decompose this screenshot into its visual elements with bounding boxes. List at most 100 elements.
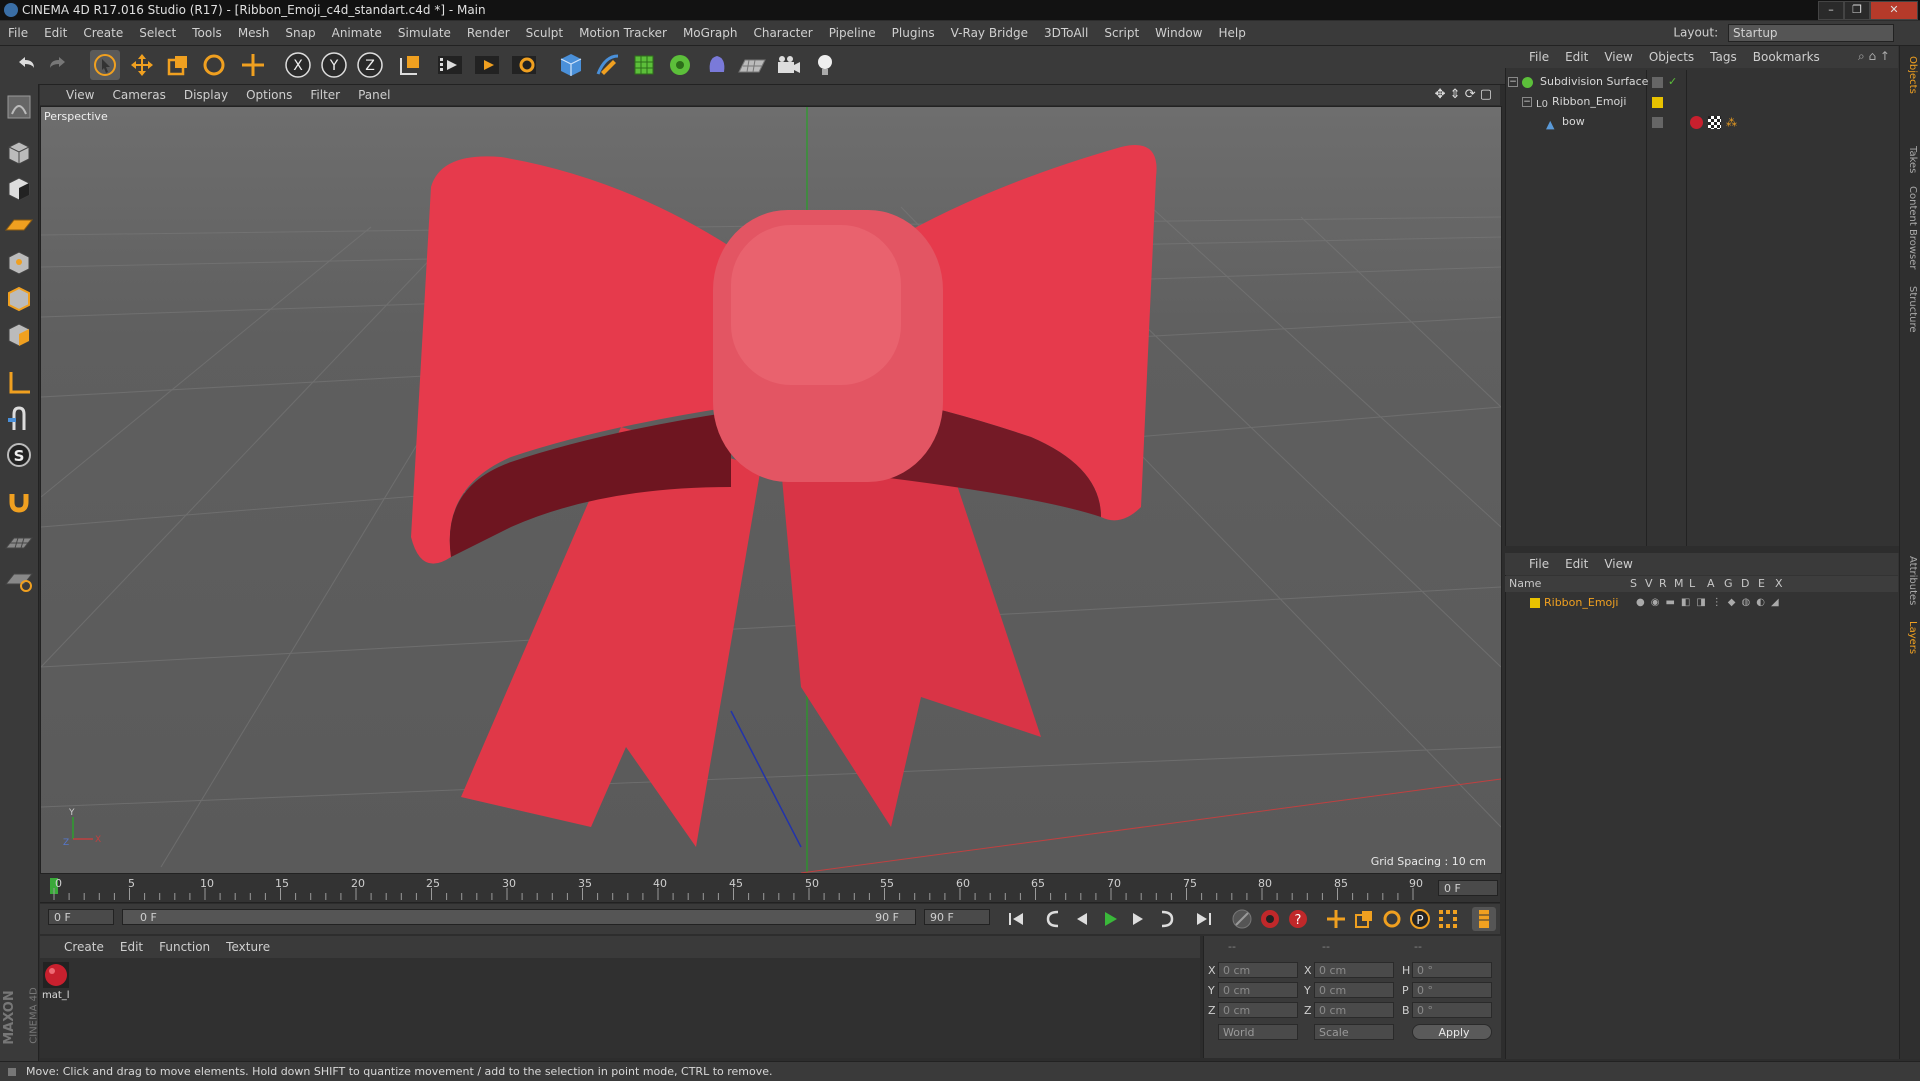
menu-simulate[interactable]: Simulate (390, 21, 459, 45)
viewport-menu-view[interactable]: View (40, 85, 103, 105)
timeline-window-icon[interactable] (1472, 907, 1496, 931)
menu-animate[interactable]: Animate (324, 21, 390, 45)
viewport-nav-icons[interactable]: ✥ ⇕ ⟳ ▢ (1435, 87, 1492, 102)
move-icon[interactable] (127, 50, 157, 80)
workplane-icon[interactable] (4, 210, 34, 240)
y-axis-icon[interactable]: Y (319, 50, 349, 80)
rotate-icon[interactable] (199, 50, 229, 80)
model-mode-icon[interactable] (4, 92, 34, 122)
menu-motion-tracker[interactable]: Motion Tracker (571, 21, 675, 45)
size-mode-dropdown[interactable]: Scale (1314, 1024, 1394, 1040)
object-row-bow[interactable]: ▲ bow ⁂ (1508, 113, 1898, 131)
side-tab-objects[interactable]: Objects (1902, 56, 1918, 94)
objects-menu-file[interactable]: File (1505, 46, 1557, 68)
prev-frame-icon[interactable] (1070, 907, 1094, 931)
camera-icon[interactable] (773, 50, 803, 80)
menu-mesh[interactable]: Mesh (230, 21, 278, 45)
coordinate-mode-dropdown[interactable]: World (1218, 1024, 1298, 1040)
undo-icon[interactable] (10, 50, 40, 80)
side-tab-attributes[interactable]: Attributes (1902, 556, 1918, 605)
cube-icon[interactable] (556, 50, 586, 80)
layout-dropdown[interactable]: Startup (1728, 24, 1894, 42)
menu-select[interactable]: Select (131, 21, 184, 45)
object-row-subdivision-surface[interactable]: − Subdivision Surface ✓ (1508, 73, 1898, 91)
viewport-menu-panel[interactable]: Panel (349, 85, 399, 105)
frame-range-slider[interactable]: 0 F 90 F (122, 909, 916, 925)
goto-end-icon[interactable] (1192, 907, 1216, 931)
layer-color-swatch[interactable] (1530, 598, 1540, 608)
collapse-toggle[interactable]: − (1522, 97, 1532, 107)
viewport-menu-options[interactable]: Options (237, 85, 301, 105)
layer-name[interactable]: Ribbon_Emoji (1544, 594, 1618, 612)
tweak-mode-icon[interactable] (4, 404, 34, 434)
material-name[interactable]: mat_l (42, 990, 70, 1001)
rotation-b-field[interactable]: 0 ° (1412, 1002, 1492, 1018)
play-icon[interactable] (1098, 907, 1122, 931)
goto-start-icon[interactable] (1004, 907, 1028, 931)
objects-search-icon[interactable]: ⌕ ⌂ ↑ (1858, 49, 1890, 64)
material-menu-edit[interactable]: Edit (112, 936, 151, 958)
end-frame-field[interactable]: 90 F (924, 909, 990, 925)
layer-tag-icon[interactable] (1652, 77, 1663, 88)
layer-color-icon[interactable] (1652, 97, 1663, 108)
layer-row-ribbon-emoji[interactable]: Ribbon_Emoji ●◉▬◧◨⋮◆◍◐◢ (1508, 594, 1898, 612)
bow-model[interactable] (411, 145, 1157, 847)
scale-icon[interactable] (163, 50, 193, 80)
side-tab-takes[interactable]: Takes (1902, 146, 1918, 173)
start-frame-field[interactable]: 0 F (48, 909, 114, 925)
material-tag-icon[interactable] (1690, 116, 1703, 129)
objects-menu-objects[interactable]: Objects (1641, 46, 1702, 68)
apply-button[interactable]: Apply (1412, 1024, 1492, 1040)
material-swatch[interactable] (43, 962, 69, 988)
locked-workplane-icon[interactable] (4, 528, 34, 558)
points-mode-icon[interactable] (4, 248, 34, 278)
menu-vray-bridge[interactable]: V-Ray Bridge (943, 21, 1036, 45)
key-param-icon[interactable]: P (1408, 907, 1432, 931)
select-icon[interactable] (90, 50, 120, 80)
position-z-field[interactable]: 0 cm (1218, 1002, 1298, 1018)
transform-icon[interactable] (238, 50, 268, 80)
menu-snap[interactable]: Snap (277, 21, 323, 45)
rotation-h-field[interactable]: 0 ° (1412, 962, 1492, 978)
menu-character[interactable]: Character (745, 21, 820, 45)
side-tab-content-browser[interactable]: Content Browser (1902, 186, 1918, 269)
current-frame-field[interactable]: 0 F (1438, 880, 1498, 896)
next-keyframe-icon[interactable] (1154, 907, 1178, 931)
material-menu-texture[interactable]: Texture (218, 936, 278, 958)
objects-menu-tags[interactable]: Tags (1702, 46, 1745, 68)
snap-icon[interactable]: S (4, 440, 34, 470)
texture-tag-icon[interactable] (1708, 116, 1721, 129)
menu-plugins[interactable]: Plugins (884, 21, 943, 45)
next-frame-icon[interactable] (1126, 907, 1150, 931)
collapse-toggle[interactable]: − (1508, 77, 1518, 87)
objects-menu-edit[interactable]: Edit (1557, 46, 1596, 68)
size-x-field[interactable]: 0 cm (1314, 962, 1394, 978)
viewport-menu-cameras[interactable]: Cameras (103, 85, 174, 105)
key-pla-icon[interactable] (1436, 907, 1460, 931)
magnet-icon[interactable] (4, 486, 34, 516)
planar-workplane-icon[interactable] (4, 564, 34, 594)
phong-tag-icon[interactable]: ⁂ (1726, 114, 1737, 132)
layers-menu-edit[interactable]: Edit (1557, 553, 1596, 575)
viewport-3d[interactable]: Y X Z (40, 106, 1502, 874)
autokey-icon[interactable]: ? (1286, 907, 1310, 931)
edges-mode-icon[interactable] (4, 284, 34, 314)
objects-menu-bookmarks[interactable]: Bookmarks (1745, 46, 1828, 68)
enabled-check-icon[interactable]: ✓ (1668, 73, 1677, 91)
menu-window[interactable]: Window (1147, 21, 1210, 45)
pen-icon[interactable] (593, 50, 623, 80)
side-tab-layers[interactable]: Layers (1902, 621, 1918, 654)
position-y-field[interactable]: 0 cm (1218, 982, 1298, 998)
material-menu-function[interactable]: Function (151, 936, 218, 958)
layers-menu-file[interactable]: File (1505, 553, 1557, 575)
layer-toggle-icons[interactable]: ●◉▬◧◨⋮◆◍◐◢ (1636, 594, 1785, 612)
coordinate-system-icon[interactable] (395, 50, 425, 80)
render-settings-icon[interactable] (509, 50, 539, 80)
z-axis-icon[interactable]: Z (355, 50, 385, 80)
prev-keyframe-icon[interactable] (1042, 907, 1066, 931)
material-menu-create[interactable]: Create (40, 936, 112, 958)
viewport-menu-filter[interactable]: Filter (301, 85, 349, 105)
menu-file[interactable]: File (0, 21, 36, 45)
viewport-menu-display[interactable]: Display (175, 85, 237, 105)
autokey-disabled-icon[interactable] (1230, 907, 1254, 931)
